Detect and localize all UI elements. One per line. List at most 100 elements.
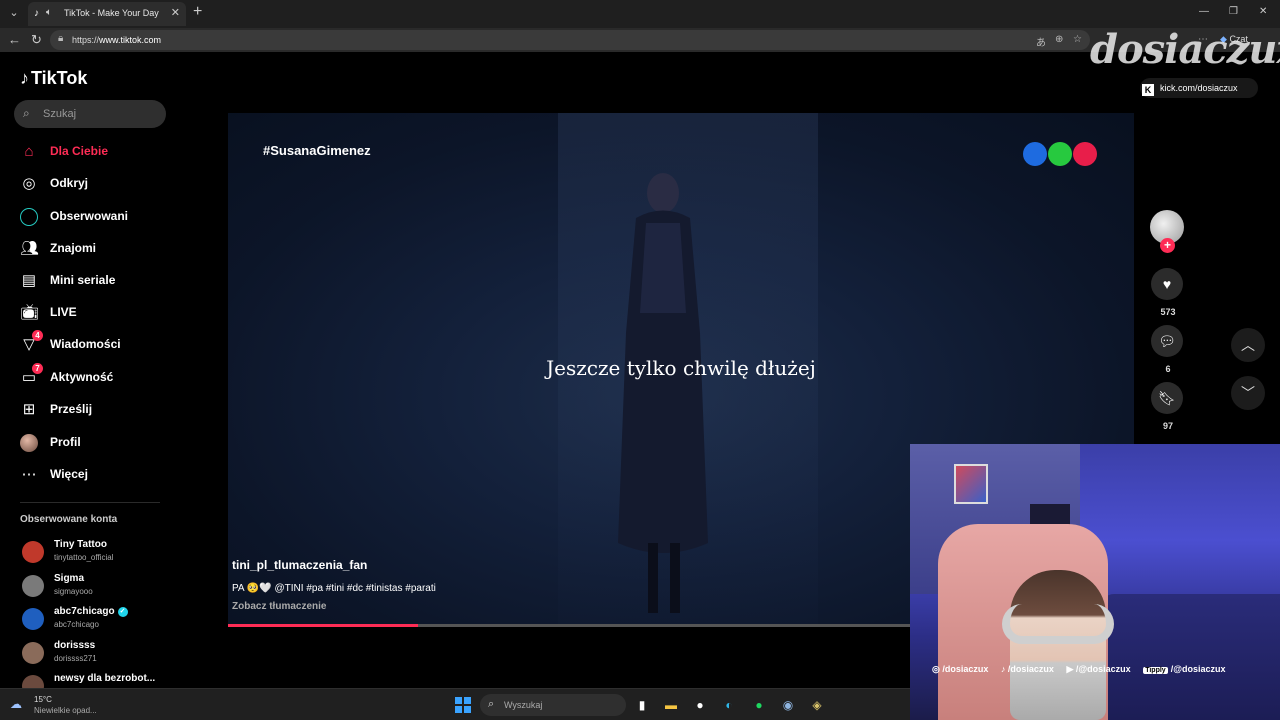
social-instagram: ◎ /dosiaczux	[932, 664, 989, 674]
site-info-icon[interactable]: 🔒︎	[58, 33, 63, 44]
spotify-icon[interactable]: ●	[749, 695, 769, 715]
nav-item-obserwowani[interactable]: Obserwowani	[20, 206, 190, 228]
see-translation-link[interactable]: Zobacz tłumaczenie	[232, 601, 326, 612]
taskbar-search-input[interactable]: ⌕ Wyszukaj	[480, 694, 626, 716]
messages-badge: 4	[32, 330, 43, 341]
sidebar-divider	[20, 502, 160, 503]
tiktok-logo[interactable]: ♪ TikTok	[20, 68, 87, 89]
like-button[interactable]: ♥	[1151, 268, 1183, 300]
nav-item-przeslij[interactable]: ⊞ Prześlij	[20, 399, 190, 421]
file-explorer-icon[interactable]: ▬	[661, 695, 681, 715]
comment-icon: 💬︎	[1158, 333, 1176, 349]
follow-plus-icon[interactable]: +	[1160, 238, 1175, 253]
account-avatar	[22, 675, 44, 688]
nav-label: Dla Ciebie	[50, 144, 109, 158]
webcam-couch	[1100, 594, 1280, 720]
tiktok-favicon-icon: ♪	[34, 8, 39, 19]
account-name: Tiny Tattoo	[54, 539, 107, 550]
save-button[interactable]: 🔖︎	[1151, 382, 1183, 414]
edge-browser-icon[interactable]: ◐	[719, 695, 739, 715]
minimize-icon[interactable]: —	[1199, 6, 1209, 17]
nav-item-odkryj[interactable]: ◎ Odkryj	[20, 173, 190, 195]
speaker-icon[interactable]: 🔈︎	[46, 7, 52, 18]
social-youtube: ▶ /@dosiaczux	[1066, 664, 1131, 674]
sidebar: ♪ TikTok ⌕ Szukaj ⌂ Dla Ciebie ◎ Odkryj O…	[0, 52, 200, 688]
account-handle: dorissss271	[54, 654, 97, 663]
new-tab-icon[interactable]: +	[193, 3, 202, 21]
taskbar-search-placeholder: Wyszukaj	[504, 700, 543, 710]
account-avatar	[22, 642, 44, 664]
activity-badge: 7	[32, 363, 43, 374]
nav-label: Aktywność	[50, 370, 114, 384]
screen: ⌄ ♪ 🔈︎ TikTok - Make Your Day ✕ + — ❐ ✕ …	[0, 0, 1280, 720]
close-window-icon[interactable]: ✕	[1259, 6, 1267, 17]
followed-account[interactable]: newsy dla bezrobot...	[20, 673, 200, 688]
kick-text: kick.com/dosiaczux	[1160, 83, 1238, 93]
nav-label: Profil	[50, 435, 81, 449]
mini-series-icon: ▤	[21, 272, 37, 289]
nav-item-aktywnosc[interactable]: ▭ 7 Aktywność	[20, 363, 190, 389]
steam-icon[interactable]: ◉	[778, 695, 798, 715]
tiktok-note-icon: ♪	[20, 68, 29, 88]
followed-account[interactable]: Sigma sigmayooo	[20, 573, 200, 603]
nav-label: Znajomi	[50, 241, 97, 255]
url-input[interactable]: 🔒︎ https://www.tiktok.com	[50, 30, 1090, 50]
channel-logo	[1023, 142, 1098, 171]
app-icon[interactable]: ◈	[807, 695, 827, 715]
followed-account[interactable]: dorissss dorissss271	[20, 640, 200, 670]
chevron-down-icon: ﹀	[1241, 385, 1255, 401]
nav-item-wiecej[interactable]: ⋯ Więcej	[20, 464, 190, 486]
comment-button[interactable]: 💬︎	[1151, 325, 1183, 357]
followed-accounts-title: Obserwowane konta	[20, 514, 118, 525]
nav-item-profil[interactable]: Profil	[20, 432, 190, 454]
nav-item-dla-ciebie[interactable]: ⌂ Dla Ciebie	[20, 141, 190, 163]
logo-text: TikTok	[31, 68, 88, 88]
followed-account[interactable]: Tiny Tattoo tinytattoo_official	[20, 539, 200, 569]
following-ring-icon	[20, 208, 38, 226]
tab-actions-menu-icon[interactable]: ⌄	[6, 5, 22, 21]
search-icon: ⌕	[488, 698, 495, 710]
search-input[interactable]: ⌕ Szukaj	[14, 100, 166, 128]
browser-tab[interactable]: ♪ 🔈︎ TikTok - Make Your Day ✕	[28, 2, 186, 26]
instagram-icon: ◎	[932, 664, 940, 674]
account-name: dorissss	[54, 640, 96, 651]
translate-icon[interactable]: あ	[1036, 34, 1046, 49]
friends-icon: 👥︎	[20, 240, 40, 257]
video-hashtag-title[interactable]: #SusanaGimenez	[263, 143, 371, 158]
profile-avatar-icon	[20, 434, 38, 452]
video-author[interactable]: tini_pl_tlumaczenia_fan	[232, 558, 367, 572]
favorite-star-icon[interactable]: ☆	[1073, 34, 1082, 45]
nav-item-znajomi[interactable]: 👥︎ Znajomi	[20, 238, 190, 260]
reload-icon[interactable]: ↻	[31, 32, 42, 48]
previous-video-button[interactable]: ︿	[1231, 328, 1265, 362]
like-count: 573	[1160, 307, 1176, 317]
back-icon[interactable]: ←	[8, 32, 21, 47]
account-handle: abc7chicago	[54, 620, 99, 629]
nav-label: Mini seriale	[50, 273, 116, 287]
chevron-up-icon: ︿	[1241, 337, 1255, 353]
nav-label: Odkryj	[50, 176, 89, 190]
nav-item-mini-seriale[interactable]: ▤ Mini seriale	[20, 270, 190, 292]
account-avatar	[22, 541, 44, 563]
cloud-rain-icon: ☁	[10, 697, 22, 711]
bookmark-icon: 🔖︎	[1158, 390, 1176, 406]
search-icon: ⌕	[23, 106, 30, 120]
weather-description: Niewielkie opad...	[34, 706, 97, 715]
close-tab-icon[interactable]: ✕	[171, 6, 180, 19]
tab-title: TikTok - Make Your Day	[64, 8, 159, 18]
nav-item-wiadomosci[interactable]: ▽ 4 Wiadomości	[20, 330, 190, 356]
logo-dot-green	[1048, 142, 1072, 166]
discord-icon[interactable]: ●	[690, 695, 710, 715]
windows-start-icon[interactable]	[455, 697, 471, 713]
account-handle: tinytattoo_official	[54, 553, 114, 562]
nav-label: Obserwowani	[50, 209, 129, 223]
task-view-icon[interactable]: ▮	[632, 695, 652, 715]
followed-account[interactable]: abc7chicago ✓ abc7chicago	[20, 606, 200, 636]
restore-icon[interactable]: ❐	[1229, 6, 1238, 17]
account-avatar	[22, 575, 44, 597]
nav-item-live[interactable]: 📺︎ LIVE	[20, 302, 190, 324]
next-video-button[interactable]: ﹀	[1231, 376, 1265, 410]
logo-dot-blue	[1023, 142, 1047, 166]
zoom-icon[interactable]: ⊕	[1055, 34, 1063, 45]
browser-tab-bar: ⌄ ♪ 🔈︎ TikTok - Make Your Day ✕ + — ❐ ✕	[0, 0, 1280, 28]
